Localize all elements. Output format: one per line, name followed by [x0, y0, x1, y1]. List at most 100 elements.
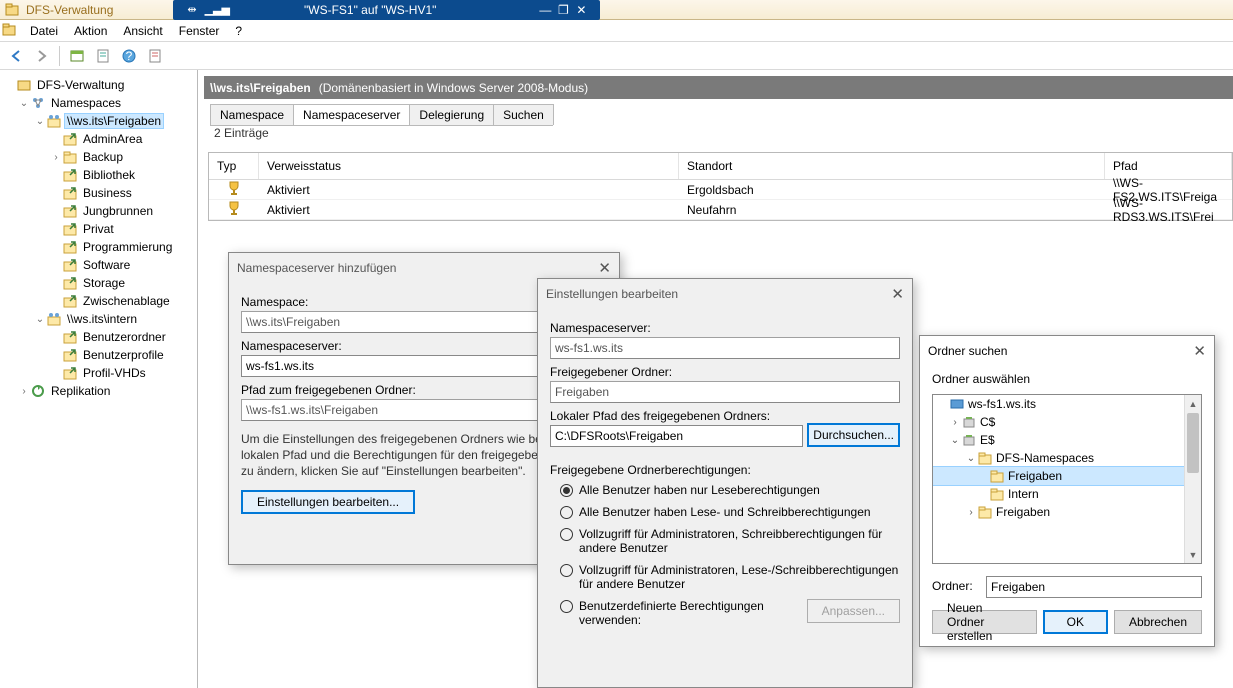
tree-folder[interactable]: Storage — [0, 274, 197, 292]
ft-c-drive[interactable]: ›C$ — [933, 413, 1201, 431]
server-table[interactable]: Typ Verweisstatus Standort Pfad Aktivier… — [208, 152, 1233, 221]
label-folder: Ordner: — [932, 579, 982, 593]
perm-option-0[interactable]: Alle Benutzer haben nur Leseberechtigung… — [560, 483, 900, 497]
menu-bar: Datei Aktion Ansicht Fenster ? — [0, 20, 1233, 42]
tab-strip: Namespace Namespaceserver Delegierung Su… — [210, 104, 553, 126]
tab-delegation[interactable]: Delegierung — [409, 104, 494, 125]
ft-dfs-namespaces[interactable]: ⌄DFS-Namespaces — [933, 449, 1201, 467]
menu-datei[interactable]: Datei — [22, 21, 66, 41]
dialog-edit-settings: Einstellungen bearbeiten ✕ Namespaceserv… — [537, 278, 913, 688]
ft-intern[interactable]: Intern — [933, 485, 1201, 503]
radio-icon — [560, 528, 573, 541]
vm-title: "WS-FS1" auf "WS-HV1" — [304, 3, 436, 17]
dialog-titlebar[interactable]: Einstellungen bearbeiten ✕ — [538, 279, 912, 309]
folder-tree[interactable]: ws-fs1.ws.its ›C$ ⌄E$ ⌄DFS-Namespaces Fr… — [932, 394, 1202, 564]
label-share: Freigegebener Ordner: — [550, 365, 900, 379]
customize-button: Anpassen... — [807, 599, 900, 623]
scrollbar[interactable]: ▲▼ — [1184, 395, 1201, 563]
tree-folder[interactable]: Jungbrunnen — [0, 202, 197, 220]
ft-freigaben-2[interactable]: ›Freigaben — [933, 503, 1201, 521]
signal-icon: ▁▃▅ — [205, 3, 230, 16]
table-row[interactable]: AktiviertNeufahrn\\WS-RDS3.WS.ITS\Frei — [209, 200, 1232, 220]
browse-button[interactable]: Durchsuchen... — [807, 423, 900, 447]
cancel-button[interactable]: Abbrechen — [1114, 610, 1202, 634]
toolbar: ? — [0, 42, 1233, 70]
tab-namespace[interactable]: Namespace — [210, 104, 294, 125]
perm-option-1[interactable]: Alle Benutzer haben Lese- und Schreibber… — [560, 505, 900, 519]
edit-settings-button[interactable]: Einstellungen bearbeiten... — [241, 490, 415, 514]
content-header: \\ws.its\Freigaben (Domänenbasiert in Wi… — [204, 76, 1233, 99]
scroll-down-icon[interactable]: ▼ — [1185, 546, 1201, 563]
dialog-titlebar[interactable]: Ordner suchen ✕ — [920, 336, 1214, 366]
dialog-title: Namespaceserver hinzufügen — [237, 261, 396, 275]
tree-folder[interactable]: Benutzerordner — [0, 328, 197, 346]
tree-folder[interactable]: Business — [0, 184, 197, 202]
properties-button[interactable] — [91, 44, 115, 68]
radio-icon — [560, 484, 573, 497]
tab-search[interactable]: Suchen — [493, 104, 554, 125]
perm-option-2[interactable]: Vollzugriff für Administratoren, Schreib… — [560, 527, 900, 555]
col-type[interactable]: Typ — [209, 153, 259, 179]
tree-folder[interactable]: Profil-VHDs — [0, 364, 197, 382]
separator — [59, 46, 60, 66]
menu-ansicht[interactable]: Ansicht — [115, 21, 170, 41]
menu-fenster[interactable]: Fenster — [171, 21, 228, 41]
label-select-folder: Ordner auswählen — [932, 372, 1030, 386]
pin-icon[interactable]: ⇹ — [187, 3, 196, 16]
minimize-button[interactable]: — — [536, 3, 554, 17]
field-server: ws-fs1.ws.its — [550, 337, 900, 359]
close-icon[interactable]: ✕ — [598, 259, 611, 277]
field-share: Freigaben — [550, 381, 900, 403]
perm-option-4[interactable]: Benutzerdefinierte Berechtigungen verwen… — [560, 599, 900, 627]
table-header: Typ Verweisstatus Standort Pfad — [209, 153, 1232, 180]
ft-e-drive[interactable]: ⌄E$ — [933, 431, 1201, 449]
tab-namespaceserver[interactable]: Namespaceserver — [293, 104, 410, 125]
input-local-path[interactable]: C:\DFSRoots\Freigaben — [550, 425, 803, 447]
new-window-button[interactable] — [65, 44, 89, 68]
tree-namespaces[interactable]: ⌄Namespaces — [0, 94, 197, 112]
tree-folder[interactable]: Zwischenablage — [0, 292, 197, 310]
table-row[interactable]: AktiviertErgoldsbach\\WS-FS2.WS.ITS\Frei… — [209, 180, 1232, 200]
col-status[interactable]: Verweisstatus — [259, 153, 679, 179]
ok-button[interactable]: OK — [1043, 610, 1108, 634]
menu-help[interactable]: ? — [227, 21, 250, 41]
dialog-title: Einstellungen bearbeiten — [546, 287, 678, 301]
tree-folder[interactable]: Programmierung — [0, 238, 197, 256]
close-icon[interactable]: ✕ — [891, 285, 904, 303]
tree-ns-freigaben[interactable]: ⌄\\ws.its\Freigaben — [0, 112, 197, 130]
scroll-thumb[interactable] — [1187, 413, 1199, 473]
tree-folder[interactable]: AdminArea — [0, 130, 197, 148]
tree-folder[interactable]: Benutzerprofile — [0, 346, 197, 364]
input-folder[interactable]: Freigaben — [986, 576, 1202, 598]
tree-folder[interactable]: Bibliothek — [0, 166, 197, 184]
refresh-button[interactable] — [143, 44, 167, 68]
app-title: DFS-Verwaltung — [26, 3, 113, 17]
tree-folder[interactable]: Privat — [0, 220, 197, 238]
ft-root[interactable]: ws-fs1.ws.its — [933, 395, 1201, 413]
new-folder-button[interactable]: Neuen Ordner erstellen — [932, 610, 1037, 634]
content-subtitle: (Domänenbasiert in Windows Server 2008-M… — [319, 81, 588, 95]
input-server[interactable]: ws-fs1.ws.its — [241, 355, 583, 377]
tree-replication[interactable]: ›Replikation — [0, 382, 197, 400]
col-site[interactable]: Standort — [679, 153, 1105, 179]
tree-folder[interactable]: ›Backup — [0, 148, 197, 166]
close-button[interactable]: ✕ — [572, 3, 590, 17]
server-icon — [217, 180, 251, 196]
dialog-title: Ordner suchen — [928, 344, 1007, 358]
tree-root[interactable]: DFS-Verwaltung — [0, 76, 197, 94]
ft-freigaben[interactable]: Freigaben — [933, 467, 1201, 485]
navigation-tree[interactable]: DFS-Verwaltung ⌄Namespaces ⌄\\ws.its\Fre… — [0, 70, 198, 688]
close-icon[interactable]: ✕ — [1193, 342, 1206, 360]
help-button[interactable]: ? — [117, 44, 141, 68]
tree-folder[interactable]: Software — [0, 256, 197, 274]
perm-option-3[interactable]: Vollzugriff für Administratoren, Lese-/S… — [560, 563, 900, 591]
forward-button[interactable] — [30, 44, 54, 68]
label-permissions: Freigegebene Ordnerberechtigungen: — [550, 463, 900, 477]
radio-icon — [560, 564, 573, 577]
tree-ns-intern[interactable]: ⌄\\ws.its\intern — [0, 310, 197, 328]
back-button[interactable] — [4, 44, 28, 68]
restore-button[interactable]: ❐ — [554, 3, 572, 17]
menu-aktion[interactable]: Aktion — [66, 21, 115, 41]
content-title: \\ws.its\Freigaben — [210, 81, 311, 95]
scroll-up-icon[interactable]: ▲ — [1185, 395, 1201, 412]
